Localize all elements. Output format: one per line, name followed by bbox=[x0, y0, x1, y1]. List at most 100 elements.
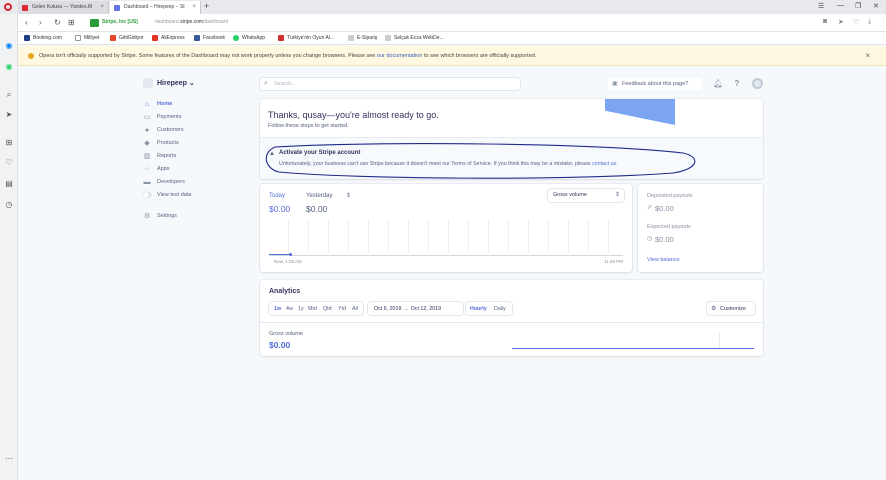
bookmark-facebook[interactable]: Facebook bbox=[194, 35, 225, 41]
nav-payments[interactable]: ▭ Payments bbox=[143, 113, 182, 123]
messenger-icon[interactable]: ◉ bbox=[5, 42, 13, 50]
minimize-button[interactable]: — bbox=[837, 2, 844, 9]
close-notice-icon[interactable]: × bbox=[865, 51, 870, 60]
back-icon[interactable]: ‹ bbox=[25, 18, 28, 27]
snapshot-icon[interactable]: ◙ bbox=[823, 18, 827, 25]
notice-text: Opera isn't officially supported by Stri… bbox=[39, 53, 537, 59]
bookmark-aliexpress[interactable]: AliExpress bbox=[152, 35, 185, 41]
gridline bbox=[368, 220, 369, 256]
history-icon[interactable]: ◷ bbox=[5, 201, 13, 209]
bookmark-whatsapp[interactable]: WhatsApp bbox=[233, 35, 265, 41]
menu-icon[interactable]: ☰ bbox=[818, 2, 824, 10]
send-icon[interactable]: ➤ bbox=[5, 111, 13, 119]
avatar[interactable] bbox=[752, 78, 763, 89]
bookmark-booking[interactable]: Booking.com bbox=[24, 35, 62, 41]
gear-icon: ⚙ bbox=[711, 306, 717, 312]
opera-logo-icon[interactable] bbox=[4, 3, 12, 11]
close-window-button[interactable]: ✕ bbox=[873, 2, 879, 10]
decorative-shape bbox=[605, 99, 675, 125]
onboarding-subtitle: Follow these steps to get started. bbox=[268, 123, 349, 129]
date-range-picker[interactable]: Oct 6, 2019 → Oct 12, 2019 bbox=[368, 302, 463, 315]
aliexpress-icon bbox=[152, 35, 158, 41]
onboarding-title: Thanks, qusay—you're almost ready to go. bbox=[268, 110, 439, 120]
nav-customers[interactable]: ● Customers bbox=[143, 126, 184, 136]
site-identity[interactable]: Stripe, Inc [US] bbox=[102, 19, 138, 25]
tab-yandex-mail[interactable]: Gelen Kutusu — Yandex.M × bbox=[18, 1, 109, 14]
bookmark-oyun[interactable]: Türkiye'nin Oyun Al... bbox=[278, 35, 334, 41]
today-label: Today bbox=[269, 193, 286, 199]
milliyet-icon bbox=[75, 35, 81, 41]
nav-settings[interactable]: ⚙ Settings bbox=[143, 212, 177, 222]
gridline bbox=[328, 220, 329, 256]
gridline bbox=[508, 220, 509, 256]
search-icon[interactable]: ⌕ bbox=[5, 91, 13, 99]
search-input[interactable]: ⌕ Search... bbox=[260, 78, 520, 90]
range-ytd[interactable]: Ytd bbox=[338, 306, 346, 312]
interval-hourly[interactable]: Hourly bbox=[470, 306, 487, 312]
feedback-button[interactable]: ▣ Feedback about this page? bbox=[608, 78, 702, 90]
nav-home[interactable]: ⌂ Home bbox=[143, 100, 172, 110]
interval-daily[interactable]: Daily bbox=[494, 306, 506, 312]
download-icon[interactable]: ⤓ bbox=[868, 18, 871, 26]
nav-developers[interactable]: ▬ Developers bbox=[143, 178, 185, 188]
gridline bbox=[608, 220, 609, 256]
speed-dial-icon[interactable]: ⊞ bbox=[68, 18, 75, 27]
send-icon[interactable]: ➤ bbox=[838, 18, 844, 26]
reload-icon[interactable]: ↻ bbox=[54, 18, 61, 27]
secure-lock-icon[interactable] bbox=[90, 19, 99, 27]
heart-icon[interactable]: ♡ bbox=[853, 18, 859, 26]
view-balance-link[interactable]: View balance bbox=[647, 257, 680, 263]
interval-selector: Hourly Daily bbox=[466, 302, 512, 315]
range-1w[interactable]: 1w bbox=[274, 306, 281, 312]
gridline bbox=[448, 220, 449, 256]
heart-icon[interactable]: ♡ bbox=[5, 159, 13, 167]
help-icon[interactable]: ? bbox=[732, 79, 742, 89]
speed-dial-icon[interactable]: ⊞ bbox=[5, 139, 13, 147]
close-tab-icon[interactable]: × bbox=[192, 4, 196, 10]
documentation-link[interactable]: our documentation bbox=[377, 53, 423, 59]
browser-support-notice: Opera isn't officially supported by Stri… bbox=[18, 46, 886, 66]
apps-icon: ⁘ bbox=[144, 166, 150, 173]
close-tab-icon[interactable]: × bbox=[100, 4, 104, 10]
view-test-data-toggle[interactable]: View test data bbox=[143, 191, 191, 201]
gross-volume-amount: $0.00 bbox=[269, 340, 291, 350]
bookmark-selcuk-ecza[interactable]: Selçuk Ecza WebDe... bbox=[385, 35, 444, 41]
page-icon bbox=[348, 35, 354, 41]
mail-favicon-icon bbox=[22, 5, 28, 11]
range-qtd[interactable]: Qtd bbox=[323, 306, 332, 312]
news-icon[interactable]: ▤ bbox=[5, 180, 13, 188]
opera-sidebar: ◉ ◉ ⌕ ➤ ⊞ ♡ ▤ ◷ ⋯ bbox=[0, 14, 18, 480]
forward-icon[interactable]: › bbox=[39, 18, 42, 27]
more-icon[interactable]: ⋯ bbox=[5, 455, 13, 463]
expected-payouts-amount: ◷ $0.00 bbox=[647, 235, 674, 244]
range-all[interactable]: All bbox=[352, 306, 358, 312]
metric-select[interactable]: Gross volume ⇕ bbox=[548, 189, 624, 202]
nav-products[interactable]: ◆ Products bbox=[143, 139, 178, 149]
today-amount: $0.00 bbox=[269, 204, 291, 214]
tab-stripe-dashboard[interactable]: Dashboard – Hirepeep – St × bbox=[110, 1, 201, 14]
bookmark-e-siparis[interactable]: E-Sipariş bbox=[348, 35, 377, 41]
volume-chart bbox=[269, 220, 623, 256]
range-selector: 1w 4w 1y Mtd Qtd Ytd All bbox=[269, 302, 363, 315]
account-name: Hirepeep ⌄ bbox=[157, 80, 195, 87]
bookmark-gittigidiyor[interactable]: GittiGidiyor bbox=[110, 35, 144, 41]
url-field[interactable]: dashboard.stripe.com/dashboard bbox=[155, 19, 228, 25]
chevron-updown-icon[interactable]: ⇕ bbox=[346, 192, 351, 199]
range-4w[interactable]: 4w bbox=[286, 306, 293, 312]
gridline bbox=[308, 220, 309, 256]
range-1y[interactable]: 1y bbox=[298, 306, 304, 312]
new-tab-button[interactable]: + bbox=[204, 2, 209, 11]
nav-apps[interactable]: ⁘ Apps bbox=[143, 165, 169, 175]
nav-reports[interactable]: ▥ Reports bbox=[143, 152, 177, 162]
bookmark-milliyet[interactable]: Milliyet bbox=[75, 35, 99, 41]
maximize-button[interactable]: ❐ bbox=[855, 2, 861, 10]
notifications-bell-icon[interactable]: 🔔︎ bbox=[713, 79, 723, 89]
hand-drawn-circle-annotation bbox=[265, 143, 696, 179]
range-mtd[interactable]: Mtd bbox=[308, 306, 317, 312]
gross-volume-card: Today Yesterday ⇕ $0.00 $0.00 Gross volu… bbox=[260, 184, 632, 272]
analytics-card: Analytics 1w 4w 1y Mtd Qtd Ytd All Oct 6… bbox=[260, 280, 763, 356]
whatsapp-icon[interactable]: ◉ bbox=[5, 63, 13, 71]
customize-button[interactable]: ⚙ Customize bbox=[707, 302, 755, 315]
yesterday-selector[interactable]: Yesterday bbox=[306, 193, 332, 199]
toggle-switch[interactable] bbox=[143, 192, 152, 198]
